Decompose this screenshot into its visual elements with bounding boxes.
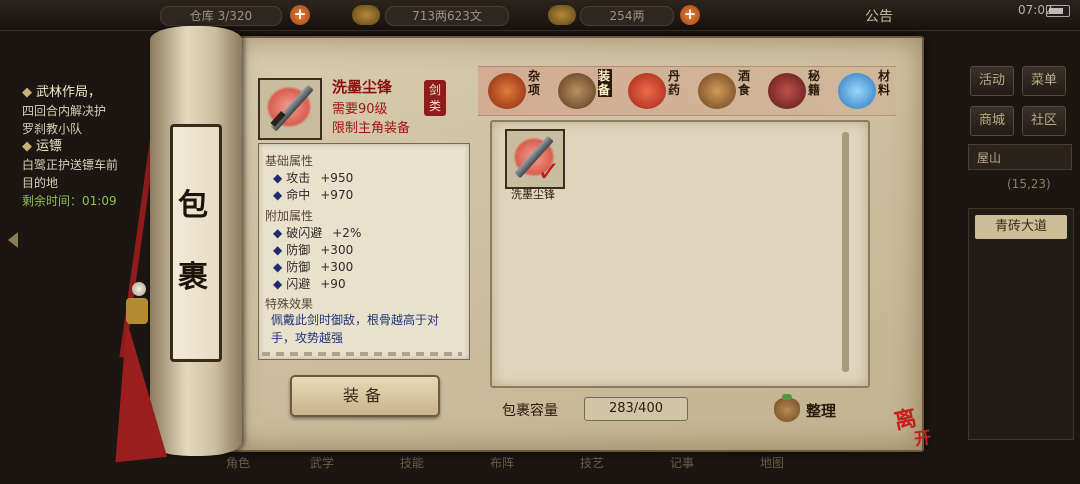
activity-button[interactable]: 活动 (970, 66, 1014, 96)
sort-label: 整理 (806, 402, 837, 420)
window-title-char: 包 (178, 188, 208, 223)
tab-misc[interactable]: 杂项 (482, 67, 552, 115)
inventory-item-name: 洗墨尘锋 (511, 188, 555, 201)
money-display: 713两623文 (385, 6, 509, 26)
crystal-icon (838, 73, 876, 109)
capacity-label: 包裹容量 (502, 403, 558, 419)
collapse-arrow-icon[interactable] (8, 232, 18, 248)
diamond-icon: ◆ (22, 139, 32, 154)
attribute-row: ◆ 破闪避 +2% (273, 226, 362, 240)
list-item[interactable]: 青砖大道 (975, 215, 1067, 239)
add-gold-button[interactable]: + (680, 5, 700, 25)
gold-ingot-icon (548, 5, 576, 25)
book-icon (768, 73, 806, 109)
quest-title: 武林作局， (36, 85, 102, 100)
attribute-row: ◆ 防御 +300 (273, 243, 354, 257)
nav-item[interactable]: 角色 (226, 454, 250, 471)
money-bag-icon (774, 394, 800, 422)
item-level-requirement: 需要90级 (332, 102, 388, 117)
tab-label: 酒食 (738, 69, 751, 97)
nav-item[interactable]: 技艺 (580, 454, 604, 471)
attribute-row: ◆ 防御 +300 (273, 260, 354, 274)
shop-button[interactable]: 商城 (970, 106, 1014, 136)
tab-pills[interactable]: 丹药 (622, 67, 692, 115)
nav-item[interactable]: 技能 (400, 454, 424, 471)
attribute-row: ◆ 攻击 +950 (273, 171, 354, 185)
tab-label: 装备 (598, 69, 612, 97)
coin-icon (352, 5, 380, 25)
pill-icon (628, 73, 666, 109)
nav-item[interactable]: 布阵 (490, 454, 514, 471)
tab-label: 秘籍 (808, 69, 821, 97)
nearby-list: 青砖大道 (968, 208, 1074, 440)
jade-ring-icon (132, 282, 146, 296)
attribute-row: ◆ 闪避 +90 (273, 277, 346, 291)
tab-label: 丹药 (668, 69, 681, 97)
tab-materials[interactable]: 材料 (832, 67, 902, 115)
storage-counter: 仓库 3/320 (160, 6, 282, 26)
leave-char: 开 (913, 427, 933, 451)
community-button[interactable]: 社区 (1022, 106, 1066, 136)
leave-button[interactable]: 离 开 (892, 402, 944, 452)
tab-equipment[interactable]: 装备 (552, 67, 622, 115)
attribute-row: ◆ 命中 +970 (273, 188, 354, 202)
equip-button[interactable]: 装备 (290, 375, 440, 417)
location-bar: 屋山 (15,23) (968, 144, 1072, 191)
nav-item[interactable]: 地图 (760, 454, 784, 471)
item-attributes-panel: 基础属性 ◆ 攻击 +950 ◆ 命中 +970 附加属性 ◆ 破闪避 +2% ◆ 防御 +30… (258, 143, 470, 360)
quest-title: 运镖 (36, 139, 63, 154)
location-name: 屋山 (977, 151, 1002, 165)
tab-label: 杂项 (528, 69, 541, 97)
nav-item[interactable]: 记事 (670, 454, 694, 471)
tab-label: 材料 (878, 69, 891, 97)
add-storage-button[interactable]: + (290, 5, 310, 25)
sort-button[interactable]: 整理 (774, 394, 844, 424)
item-restriction: 限制主角装备 (332, 121, 411, 136)
category-tabs: 杂项 装备 丹药 酒食 秘籍 材料 (478, 66, 896, 116)
special-effect-text: 佩戴此剑时御敌，根骨越高于对手，攻势越强 (271, 313, 440, 345)
tab-manuals[interactable]: 秘籍 (762, 67, 832, 115)
tab-food[interactable]: 酒食 (692, 67, 762, 115)
section-title: 特殊效果 (265, 297, 314, 311)
pot-icon (488, 73, 526, 109)
gold-display: 254两 (580, 6, 674, 26)
selected-item-icon (258, 78, 322, 140)
location-coords: (15,23) (1007, 177, 1051, 191)
top-bar: 仓库 3/320 + 713两623文 254两 + 公告 07:02 (0, 0, 1080, 31)
section-title: 附加属性 (265, 209, 314, 223)
window-title-plaque (170, 124, 222, 362)
inventory-scrollbar[interactable] (842, 132, 849, 372)
weapon-bundle-icon (558, 73, 596, 109)
wine-jar-icon (698, 73, 736, 109)
item-type-seal: 剑类 (424, 80, 446, 116)
nav-item[interactable]: 武学 (310, 454, 334, 471)
window-title-char: 裹 (178, 260, 208, 295)
inventory-slot[interactable]: ✓ (505, 129, 565, 189)
divider (262, 352, 462, 356)
item-name: 洗墨尘锋 (332, 78, 393, 96)
notice-button[interactable]: 公告 (865, 6, 893, 26)
equipped-check-icon: ✓ (537, 155, 561, 188)
section-title: 基础属性 (265, 154, 314, 168)
capacity-value: 283/400 (584, 397, 688, 421)
diamond-icon: ◆ (22, 85, 32, 100)
battery-icon (1046, 5, 1070, 17)
menu-button[interactable]: 菜单 (1022, 66, 1066, 96)
